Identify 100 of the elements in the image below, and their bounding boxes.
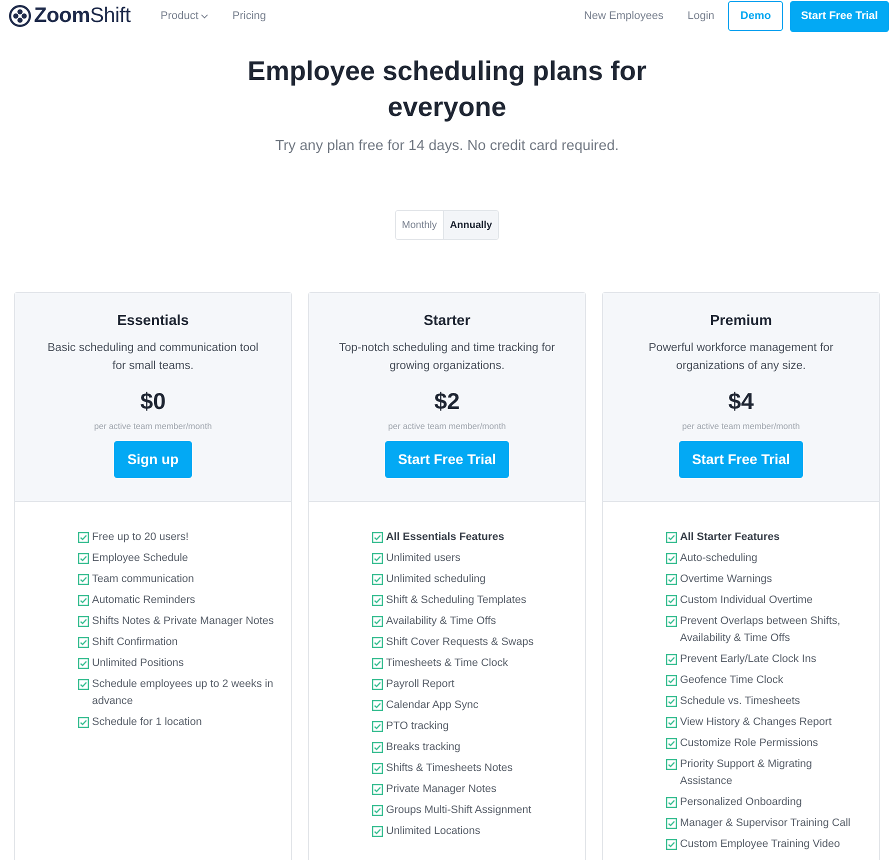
- product-menu-link[interactable]: Product: [160, 8, 208, 24]
- feature-item: Unlimited Locations: [386, 824, 480, 839]
- feature-item: Custom Individual Overtime: [680, 593, 813, 608]
- feature-item: Unlimited Positions: [92, 656, 184, 671]
- feature-item: PTO tracking: [386, 719, 449, 734]
- page-subtitle: Try any plan free for 14 days. No credit card required.: [275, 137, 619, 155]
- checkbox-tick-icon: [372, 721, 383, 732]
- checkbox-tick-icon: [372, 826, 383, 837]
- checkbox-tick-icon: [372, 532, 383, 543]
- feature-item: Prevent Early/Late Clock Ins: [680, 652, 816, 667]
- checkbox-tick-icon: [372, 805, 383, 816]
- checkbox-tick-icon: [372, 763, 383, 774]
- checkbox-tick-icon: [78, 658, 89, 669]
- feature-item: Unlimited scheduling: [386, 572, 486, 587]
- feature-item: All Starter Features: [680, 530, 780, 545]
- feature-item: Customize Role Permissions: [680, 736, 818, 751]
- checkbox-tick-icon: [78, 637, 89, 648]
- checkbox-tick-icon: [372, 595, 383, 606]
- sign-up-button[interactable]: Sign up: [114, 441, 192, 478]
- checkbox-tick-icon: [78, 595, 89, 606]
- plan-description: Basic scheduling and communication tool for small teams.: [46, 341, 260, 374]
- checkbox-tick-icon: [372, 658, 383, 669]
- checkbox-tick-icon: [666, 696, 677, 707]
- feature-item: Calendar App Sync: [386, 698, 478, 713]
- logo-wordmark[interactable]: ZoomShift: [34, 4, 130, 28]
- plan-name: Essentials: [117, 312, 189, 330]
- checkbox-tick-icon: [666, 818, 677, 829]
- checkbox-tick-icon: [372, 679, 383, 690]
- checkbox-tick-icon: [78, 717, 89, 728]
- feature-item: Employee Schedule: [92, 551, 188, 566]
- billing-option-tab[interactable]: Annually: [442, 211, 498, 239]
- checkbox-tick-icon: [78, 616, 89, 627]
- plan-description: Top-notch scheduling and time tracking for growing organizations.: [338, 341, 556, 374]
- plan-price: $4: [728, 387, 754, 415]
- nav-link[interactable]: Pricing: [232, 8, 266, 24]
- checkbox-tick-icon: [666, 675, 677, 686]
- feature-item: Payroll Report: [386, 677, 454, 692]
- checkbox-tick-icon: [78, 679, 89, 690]
- checkbox-tick-icon: [372, 784, 383, 795]
- checkbox-tick-icon: [372, 742, 383, 753]
- feature-item: Geofence Time Clock: [680, 673, 784, 688]
- price-note: per active team member/month: [94, 420, 212, 432]
- chevron-down-icon: [201, 14, 208, 18]
- feature-item: Custom Employee Training Video: [680, 837, 840, 852]
- checkbox-tick-icon: [666, 839, 677, 850]
- feature-item: Schedule for 1 location: [92, 715, 202, 730]
- feature-item: Breaks tracking: [386, 740, 460, 755]
- checkbox-tick-icon: [372, 553, 383, 564]
- nav-link[interactable]: New Employees: [584, 8, 664, 24]
- feature-item: Schedule employees up to 2 weeks in advance: [92, 677, 274, 709]
- checkbox-tick-icon: [372, 616, 383, 627]
- checkbox-tick-icon: [78, 553, 89, 564]
- checkbox-tick-icon: [666, 574, 677, 585]
- nav-link[interactable]: Login: [687, 8, 714, 24]
- plan-name: Starter: [424, 312, 470, 330]
- checkbox-tick-icon: [372, 574, 383, 585]
- feature-item: Availability & Time Offs: [386, 614, 496, 629]
- feature-item: Automatic Reminders: [92, 593, 196, 608]
- checkbox-tick-icon: [372, 700, 383, 711]
- feature-item: Groups Multi-Shift Assignment: [386, 803, 532, 818]
- feature-item: View History & Changes Report: [680, 715, 832, 730]
- feature-item: Team communication: [92, 572, 194, 587]
- checkbox-tick-icon: [666, 797, 677, 808]
- checkbox-tick-icon: [666, 616, 677, 627]
- feature-item: Unlimited users: [386, 551, 460, 566]
- checkbox-tick-icon: [666, 595, 677, 606]
- feature-item: Auto-scheduling: [680, 551, 758, 566]
- checkbox-tick-icon: [78, 532, 89, 543]
- plan-price: $2: [434, 387, 460, 415]
- feature-item: Shift & Scheduling Templates: [386, 593, 526, 608]
- checkbox-tick-icon: [78, 574, 89, 585]
- logo-icon: [9, 5, 31, 27]
- feature-item: Overtime Warnings: [680, 572, 772, 587]
- feature-item: Personalized Onboarding: [680, 795, 802, 810]
- feature-item: Shift Cover Requests & Swaps: [386, 635, 534, 650]
- start-trial-button[interactable]: Start Free Trial: [678, 441, 804, 478]
- demo-button[interactable]: Demo: [728, 1, 783, 31]
- page-title: Employee scheduling plans for everyone: [246, 55, 648, 124]
- price-note: per active team member/month: [682, 420, 800, 432]
- feature-item: Manager & Supervisor Training Call: [680, 816, 850, 831]
- price-note: per active team member/month: [388, 420, 506, 432]
- checkbox-tick-icon: [666, 553, 677, 564]
- feature-item: Private Manager Notes: [386, 782, 496, 797]
- feature-item: Priority Support & Migrating Assistance: [680, 757, 814, 789]
- feature-item: All Essentials Features: [386, 530, 504, 545]
- feature-item: Prevent Overlaps between Shifts, Availability & Time Offs: [680, 614, 842, 646]
- feature-item: Shifts Notes & Private Manager Notes: [92, 614, 274, 629]
- start-trial-button[interactable]: Start Free Trial: [790, 0, 889, 32]
- plan-price: $0: [140, 387, 166, 415]
- feature-item: Shifts & Timesheets Notes: [386, 761, 513, 776]
- checkbox-tick-icon: [666, 738, 677, 749]
- checkbox-tick-icon: [666, 759, 677, 770]
- checkbox-tick-icon: [666, 532, 677, 543]
- start-trial-button[interactable]: Start Free Trial: [384, 441, 510, 478]
- plan-description: Powerful workforce management for organizations of any size.: [648, 341, 834, 374]
- checkbox-tick-icon: [666, 717, 677, 728]
- checkbox-tick-icon: [372, 637, 383, 648]
- feature-item: Shift Confirmation: [92, 635, 178, 650]
- plan-name: Premium: [710, 312, 772, 330]
- feature-item: Timesheets & Time Clock: [386, 656, 508, 671]
